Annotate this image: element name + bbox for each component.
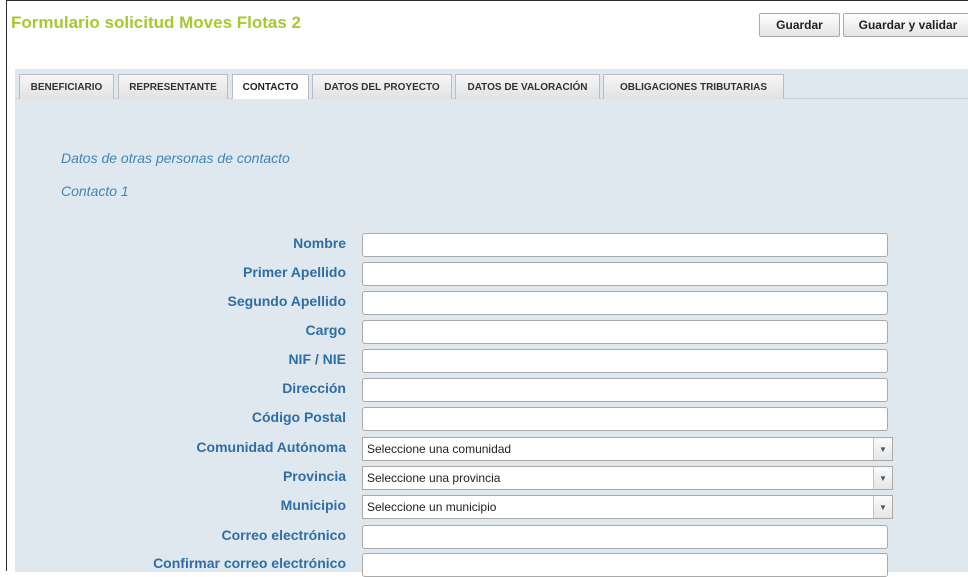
chevron-down-icon: ▼ <box>873 496 892 518</box>
section-subtitle: Contacto 1 <box>61 183 129 199</box>
confirm-email-field[interactable] <box>362 553 888 577</box>
municipio-selected-value: Seleccione un municipio <box>367 500 497 514</box>
correo-label: Correo electrónico <box>221 527 346 543</box>
primer-apellido-label: Primer Apellido <box>243 264 346 280</box>
provincia-selected-value: Seleccione una provincia <box>367 471 501 485</box>
tab-datos-de-valoracion[interactable]: DATOS DE VALORACIÓN <box>455 74 600 99</box>
provincia-label: Provincia <box>282 468 346 484</box>
email-field[interactable] <box>362 525 888 549</box>
cargo-label: Cargo <box>305 322 346 338</box>
header-bar: Formulario solicitud Moves Flotas 2 Guar… <box>7 1 968 41</box>
save-and-validate-button[interactable]: Guardar y validar <box>843 13 968 37</box>
municipio-select[interactable]: Seleccione un municipio ▼ <box>362 495 893 519</box>
codigo-postal-field[interactable] <box>362 407 888 431</box>
segundo-apellido-field[interactable] <box>362 291 888 315</box>
chevron-down-icon: ▼ <box>873 467 892 489</box>
confirmar-correo-label: Confirmar correo electrónico <box>153 555 346 571</box>
nombre-label: Nombre <box>293 235 346 251</box>
municipio-label: Municipio <box>280 497 346 513</box>
tab-datos-del-proyecto[interactable]: DATOS DEL PROYECTO <box>312 74 452 99</box>
codigo-postal-label: Código Postal <box>251 409 346 425</box>
comunidad-select[interactable]: Seleccione una comunidad ▼ <box>362 437 893 461</box>
provincia-select[interactable]: Seleccione una provincia ▼ <box>362 466 893 490</box>
direccion-field[interactable] <box>362 378 888 402</box>
tab-beneficiario[interactable]: BENEFICIARIO <box>19 74 114 99</box>
save-button[interactable]: Guardar <box>759 13 840 37</box>
form-window: Formulario solicitud Moves Flotas 2 Guar… <box>6 0 968 577</box>
comunidad-label: Comunidad Autónoma <box>196 439 346 455</box>
direccion-label: Dirección <box>282 380 346 396</box>
tabs-container: BENEFICIARIO REPRESENTANTE CONTACTO DATO… <box>15 69 968 577</box>
nif-label: NIF / NIE <box>288 351 346 367</box>
segundo-apellido-label: Segundo Apellido <box>227 293 346 309</box>
nif-field[interactable] <box>362 349 888 373</box>
chevron-down-icon: ▼ <box>873 438 892 460</box>
primer-apellido-field[interactable] <box>362 262 888 286</box>
section-title: Datos de otras personas de contacto <box>61 150 290 166</box>
page-title: Formulario solicitud Moves Flotas 2 <box>11 13 301 32</box>
tab-representante[interactable]: REPRESENTANTE <box>118 74 228 99</box>
tab-contacto[interactable]: CONTACTO <box>232 74 309 100</box>
tab-obligaciones-tributarias[interactable]: OBLIGACIONES TRIBUTARIAS <box>603 74 784 99</box>
comunidad-selected-value: Seleccione una comunidad <box>367 442 512 456</box>
cargo-field[interactable] <box>362 320 888 344</box>
nombre-field[interactable] <box>362 233 888 257</box>
tab-strip: BENEFICIARIO REPRESENTANTE CONTACTO DATO… <box>15 69 968 100</box>
contact-panel: Datos de otras personas de contacto Cont… <box>15 99 968 577</box>
